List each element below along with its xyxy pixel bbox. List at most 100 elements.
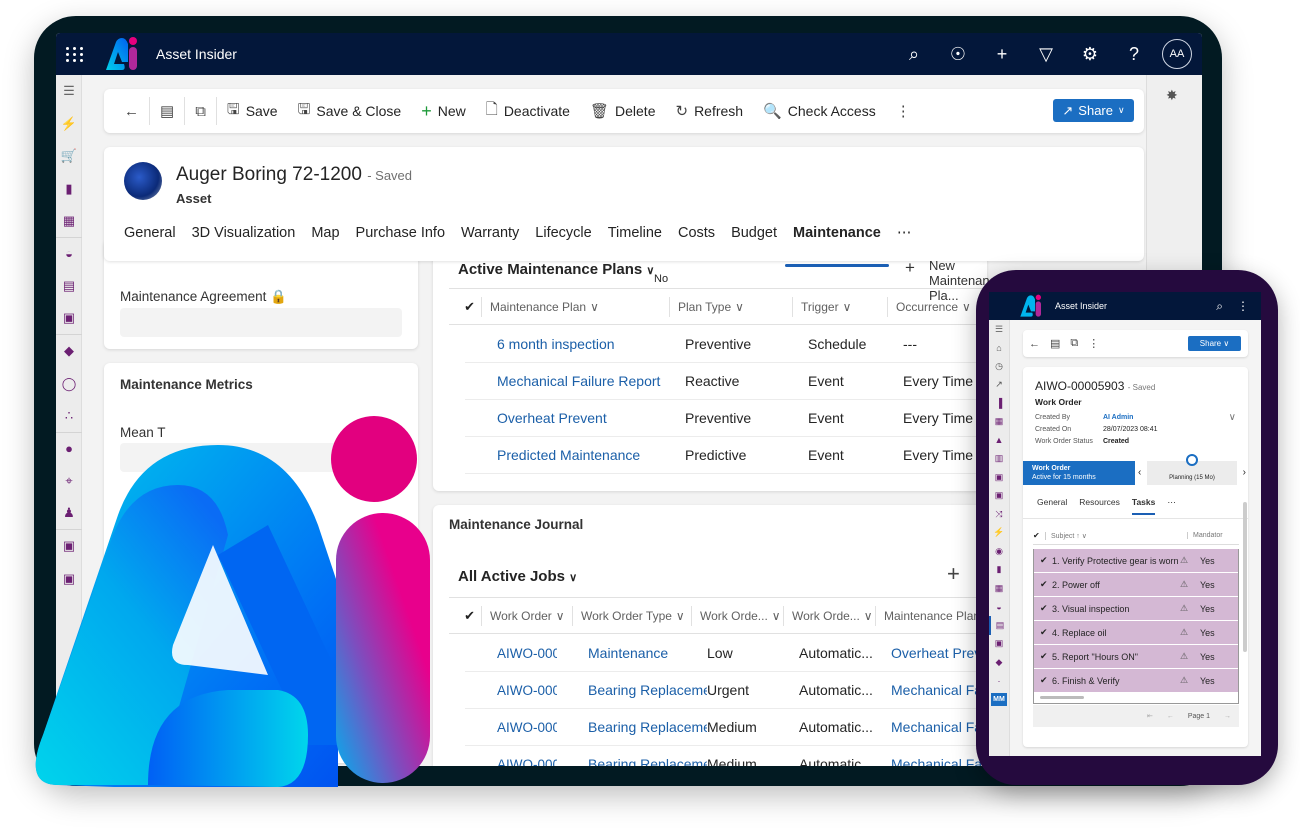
hamburger-menu-icon[interactable]: ☰ <box>56 75 82 108</box>
column-maintenance-plan[interactable]: Maintenance Plan <box>875 605 985 626</box>
stage-next-icon[interactable]: › <box>1243 467 1246 478</box>
table-row[interactable]: AIWO-0000700MaintenanceLowAutomatic...Ov… <box>465 635 987 672</box>
maintenance-agreement-field[interactable] <box>120 308 402 337</box>
lightning-icon[interactable]: ⚡ <box>56 108 82 141</box>
layers-icon[interactable]: ◆ <box>989 653 1009 672</box>
recent-icon[interactable]: ◷ <box>989 357 1009 376</box>
form-view-button[interactable]: ▤ <box>150 89 184 133</box>
table-row[interactable]: Mechanical Failure Report Reactive Event Ev… <box>465 363 987 400</box>
jobs-view-selector[interactable]: All Active Jobs ∨ <box>458 568 577 585</box>
ticket-icon[interactable]: ▮ <box>56 173 82 206</box>
tab-lifecycle[interactable]: Lifecycle <box>527 225 599 259</box>
table-row[interactable]: AIWO-0000701Bearing ReplacemerMediumAuto… <box>465 709 987 746</box>
app-launcher-icon[interactable] <box>62 41 88 67</box>
share-button[interactable]: ↗ Share ∨ <box>1053 99 1134 122</box>
tab-tasks[interactable]: Tasks <box>1131 497 1156 515</box>
assign-icon[interactable]: ▣ <box>989 487 1009 506</box>
column-plan-type[interactable]: Plan Type ∨ <box>669 296 792 317</box>
map-icon[interactable]: ▥ <box>989 450 1009 469</box>
calendar-icon[interactable]: ▦ <box>989 413 1009 432</box>
table-row[interactable]: Overheat Prevent Preventive Event Every Tim… <box>465 400 987 437</box>
shuffle-icon[interactable]: ⤨ <box>989 505 1009 524</box>
column-subject[interactable]: Subject ↑ ∨ <box>1045 531 1187 540</box>
more-vertical-icon[interactable]: ⋮ <box>1088 337 1099 350</box>
popout-icon[interactable]: ⧉ <box>1070 337 1078 350</box>
user-avatar[interactable]: AA <box>1162 39 1192 69</box>
column-work-order-priority[interactable]: Work Orde... ∨ <box>691 605 783 626</box>
task-row[interactable]: ✔ 6. Finish & Verify ⚠ Yes <box>1034 669 1238 693</box>
hamburger-menu-icon[interactable]: ☰ <box>989 320 1009 339</box>
first-page-icon[interactable]: ⇤ <box>1147 712 1153 720</box>
tab-more[interactable]: ⋯ <box>1167 497 1176 515</box>
chart-icon[interactable]: ▐ <box>989 394 1009 413</box>
handshake-icon[interactable]: ◒ <box>56 238 82 271</box>
add-job-button[interactable]: + <box>947 561 960 587</box>
back-icon[interactable]: ← <box>1029 338 1040 350</box>
created-by-link[interactable]: AI Admin <box>1103 412 1133 424</box>
cycle-icon[interactable]: ◯ <box>56 368 82 401</box>
column-maintenance-plan[interactable]: Maintenance Plan ∨ <box>481 296 669 317</box>
layers-icon[interactable]: ◆ <box>56 335 82 368</box>
more-vertical-icon[interactable]: ⋮ <box>1237 299 1249 313</box>
more-commands-button[interactable]: ⋮ <box>886 89 921 133</box>
pin-icon[interactable]: ↗ <box>989 376 1009 395</box>
column-occurrence[interactable]: Occurrence ∨ <box>887 296 987 317</box>
deactivate-button[interactable]: 🗋 Deactivate <box>476 89 580 133</box>
table-row[interactable]: AIWO-0000700Bearing ReplacemerUrgentAuto… <box>465 672 987 709</box>
list-icon[interactable]: ▤ <box>56 270 82 303</box>
store-icon[interactable]: ▦ <box>56 205 82 238</box>
help-icon[interactable]: ? <box>1112 33 1156 75</box>
column-work-order-origin[interactable]: Work Orde... ∨ <box>783 605 875 626</box>
search-icon[interactable]: ⌕ <box>1216 299 1223 314</box>
plans-view-selector[interactable]: Active Maintenance Plans ∨ <box>458 261 654 278</box>
search-icon[interactable]: ⌕ <box>892 33 936 75</box>
tab-general[interactable]: General <box>124 225 184 259</box>
list-icon[interactable]: ▤ <box>989 616 1009 635</box>
column-mandatory[interactable]: Mandator <box>1187 532 1223 539</box>
lightning-icon[interactable]: ⚡ <box>989 524 1009 543</box>
table-row[interactable]: 6 month inspection Preventive Schedule --- <box>465 326 987 363</box>
delete-button[interactable]: 🗑 Delete <box>580 89 666 133</box>
active-stage[interactable]: Work Order Active for 15 months <box>1023 461 1135 485</box>
document-icon[interactable]: ▤ <box>1050 337 1060 350</box>
save-close-button[interactable]: 🖫 Save & Close <box>288 89 412 133</box>
column-work-order-type[interactable]: Work Order Type ∨ <box>572 605 691 626</box>
schedule-icon[interactable]: ▣ <box>989 468 1009 487</box>
open-new-window-button[interactable]: ⧉ <box>185 89 216 133</box>
tab-map[interactable]: Map <box>303 225 347 259</box>
tab-warranty[interactable]: Warranty <box>453 225 527 259</box>
next-page-icon[interactable]: → <box>1224 713 1231 720</box>
task-row[interactable]: ✔ 5. Report "Hours ON" ⚠ Yes <box>1034 645 1238 669</box>
new-button[interactable]: + New <box>411 89 476 133</box>
column-trigger[interactable]: Trigger ∨ <box>792 296 887 317</box>
store-icon[interactable]: ▦ <box>989 579 1009 598</box>
ticket-icon[interactable]: ▮ <box>989 561 1009 580</box>
plus-icon[interactable]: + <box>980 33 1024 75</box>
filter-icon[interactable]: ▽ <box>1024 33 1068 75</box>
tab-3d-visualization[interactable]: 3D Visualization <box>184 225 304 259</box>
save-button[interactable]: 🖫 Save <box>217 89 288 133</box>
select-all-checkbox[interactable]: ✔ <box>1033 531 1045 540</box>
horizontal-scrollbar[interactable] <box>1034 693 1238 703</box>
handshake-icon[interactable]: ◒ <box>989 598 1009 617</box>
copilot-icon[interactable]: ✸ <box>1166 87 1178 104</box>
table-row[interactable]: Predicted Maintenance Predictive Event Ever… <box>465 437 987 474</box>
stage-prev-icon[interactable]: ‹ <box>1138 467 1141 478</box>
check-access-button[interactable]: 🔍 Check Access <box>753 89 886 133</box>
user-avatar[interactable]: MM <box>989 690 1009 709</box>
box-icon[interactable]: ▣ <box>56 303 82 335</box>
tab-maintenance[interactable]: Maintenance <box>785 225 889 267</box>
warning-icon[interactable]: ▲ <box>989 431 1009 450</box>
expand-header-icon[interactable]: ∨ <box>1229 412 1236 423</box>
refresh-button[interactable]: ↻ Refresh <box>665 89 753 133</box>
select-all-checkbox[interactable]: ✔ <box>449 608 481 624</box>
tab-more[interactable]: ⋯ <box>889 225 920 259</box>
cart-icon[interactable]: ◉ <box>989 542 1009 561</box>
box-icon[interactable]: ▣ <box>989 635 1009 654</box>
home-icon[interactable]: ⌂ <box>989 339 1009 358</box>
tab-general[interactable]: General <box>1037 497 1067 515</box>
tab-costs[interactable]: Costs <box>670 225 723 259</box>
gear-icon[interactable]: ⚙ <box>1068 33 1112 75</box>
table-row[interactable]: AIWO-0000701Bearing ReplacemerMediumAuto… <box>465 746 987 766</box>
task-row[interactable]: ✔ 4. Replace oil ⚠ Yes <box>1034 621 1238 645</box>
